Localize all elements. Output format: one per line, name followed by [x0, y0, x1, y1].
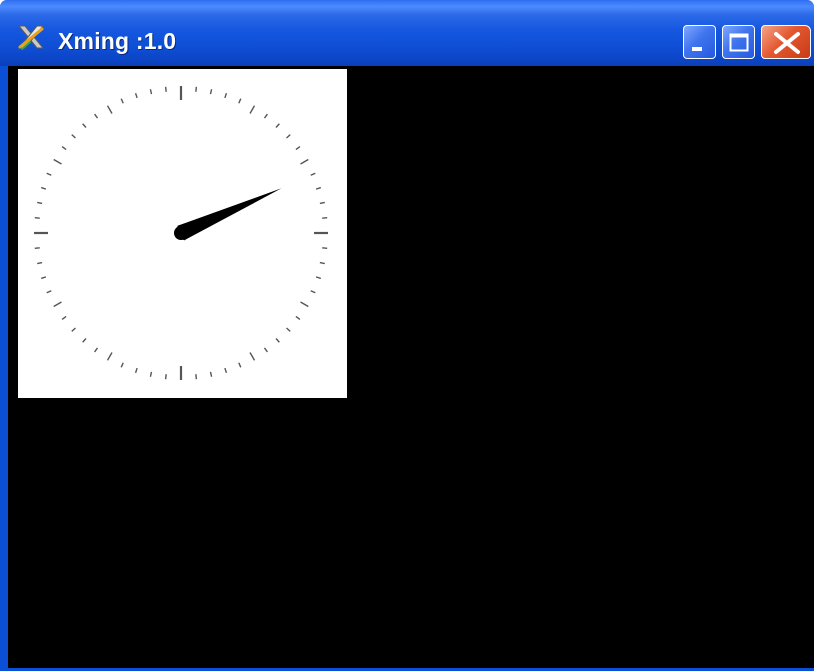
clock-tick [34, 216, 40, 219]
clock-tick [94, 347, 99, 353]
clock-tick [295, 315, 301, 320]
clock-tick [46, 172, 52, 176]
title-bar[interactable]: Xming :1.0 [0, 0, 814, 66]
clock-tick [134, 367, 138, 374]
clock-tick [34, 247, 40, 250]
clock-tick [37, 201, 43, 205]
clock-tick [149, 89, 153, 95]
clock-tick [164, 374, 167, 380]
clock-tick [322, 216, 328, 219]
clock-tick [295, 146, 301, 151]
close-icon [774, 32, 800, 54]
clock-tick [224, 92, 228, 99]
clock-tick [315, 186, 322, 190]
clock-tick [46, 290, 52, 294]
clock-tick [249, 352, 256, 361]
clock-tick [106, 352, 113, 361]
minimize-button[interactable] [683, 25, 716, 59]
clock-tick [71, 327, 76, 332]
clock-tick [149, 371, 153, 377]
xming-x-icon[interactable] [16, 22, 46, 52]
clock-tick [315, 276, 322, 280]
clock-tick [94, 113, 99, 119]
clock-tick [322, 247, 328, 250]
clock-tick [249, 105, 256, 114]
clock-tick [37, 261, 43, 265]
clock-tick [310, 290, 316, 294]
analog-clock [34, 86, 328, 380]
clock-tick [53, 158, 62, 165]
clock-tick [224, 367, 228, 374]
maximize-icon [729, 33, 749, 52]
clock-tick [164, 86, 167, 92]
clock-tick [82, 123, 87, 128]
clock-hub [174, 226, 188, 240]
clock-tick [209, 371, 213, 377]
clock-tick [82, 338, 87, 343]
clock-tick [209, 89, 213, 95]
clock-tick [275, 123, 280, 128]
clock-tick [263, 113, 268, 119]
clock-tick [300, 158, 309, 165]
clock-tick [61, 146, 67, 151]
clock-tick [300, 301, 309, 308]
clock-tick [275, 338, 280, 343]
clock-tick [106, 105, 113, 114]
clock-tick [61, 315, 67, 320]
clock-tick [53, 301, 62, 308]
clock-tick [71, 134, 76, 139]
minimize-icon [692, 47, 702, 51]
clock-tick [319, 201, 325, 205]
maximize-button[interactable] [722, 25, 755, 59]
clock-tick [40, 276, 47, 280]
clock-tick [263, 347, 268, 353]
clock-tick [286, 327, 291, 332]
close-button[interactable] [761, 25, 811, 59]
clock-tick [120, 98, 124, 104]
clock-tick [40, 186, 47, 190]
clock-hands [174, 188, 282, 241]
window-title: Xming :1.0 [58, 28, 177, 54]
clock-tick [286, 134, 291, 139]
clock-tick [238, 98, 242, 104]
clock-tick [120, 362, 124, 368]
clock-tick [319, 261, 325, 265]
clock-tick [195, 86, 198, 92]
clock-tick [310, 172, 316, 176]
clock-tick [195, 374, 198, 380]
clock-tick [238, 362, 242, 368]
clock-window[interactable] [18, 69, 347, 398]
clock-tick [134, 92, 138, 99]
